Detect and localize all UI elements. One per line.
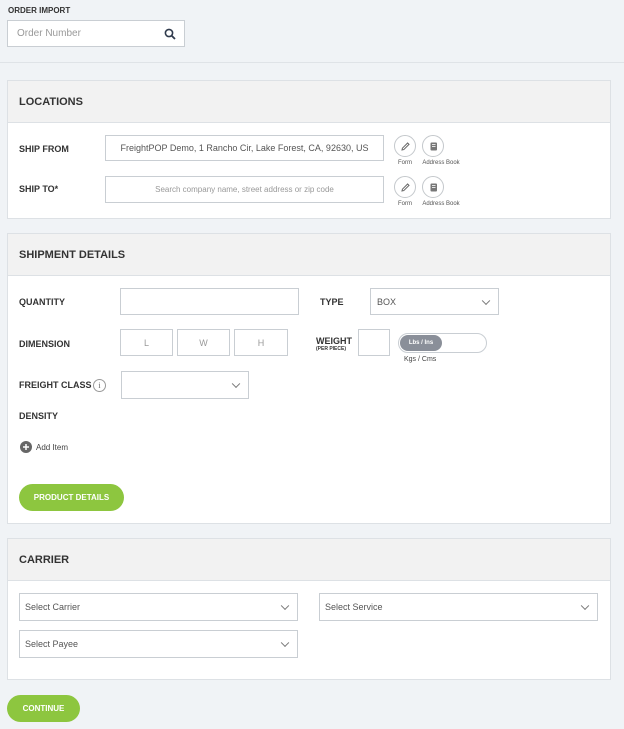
ship-from-label: SHIP FROM — [19, 144, 69, 154]
add-item-button[interactable]: Add Item — [20, 441, 68, 453]
continue-button[interactable]: CONTINUE — [7, 695, 80, 722]
select-carrier-dropdown[interactable]: Select Carrier — [19, 593, 298, 621]
chevron-down-icon — [481, 296, 491, 305]
dimension-length-input[interactable]: L — [120, 329, 173, 356]
ship-to-label: SHIP TO* — [19, 184, 59, 194]
plus-circle-icon — [20, 441, 32, 453]
select-service-text: Select Service — [325, 602, 383, 612]
top-divider — [0, 62, 624, 63]
quantity-input[interactable] — [120, 288, 299, 315]
unit-toggle-active[interactable]: Lbs / Ins — [400, 335, 442, 351]
chevron-down-icon — [231, 379, 241, 389]
chevron-down-icon — [280, 601, 290, 611]
ship-to-address-book-button[interactable] — [422, 176, 444, 198]
freight-class-select[interactable] — [121, 371, 249, 399]
ship-to-input[interactable]: Search company name, street address or z… — [105, 176, 384, 203]
dimension-height-placeholder: H — [257, 337, 265, 348]
ship-from-value: FreightPOP Demo, 1 Rancho Cir, Lake Fore… — [120, 143, 369, 153]
weight-sublabel: (PER PIECE) — [316, 346, 347, 352]
order-number-placeholder: Order Number — [17, 28, 81, 39]
select-payee-dropdown[interactable]: Select Payee — [19, 630, 298, 658]
order-number-search-input[interactable]: Order Number — [7, 20, 185, 47]
type-value: BOX — [377, 296, 397, 307]
pencil-icon — [400, 182, 410, 192]
pencil-icon — [400, 141, 410, 151]
locations-header: LOCATIONS — [8, 81, 610, 123]
unit-toggle-other-label: Kgs / Cms — [404, 356, 437, 363]
info-icon[interactable]: i — [93, 379, 106, 392]
shipment-details-header: SHIPMENT DETAILS — [8, 234, 610, 276]
add-item-label: Add Item — [36, 442, 69, 452]
select-service-dropdown[interactable]: Select Service — [319, 593, 598, 621]
type-select[interactable]: BOX — [370, 288, 499, 315]
dimension-label: DIMENSION — [19, 339, 71, 349]
dimension-width-placeholder: W — [199, 337, 208, 348]
ship-from-input[interactable]: FreightPOP Demo, 1 Rancho Cir, Lake Fore… — [105, 135, 384, 161]
chevron-down-icon — [280, 638, 290, 648]
shipment-details-title: SHIPMENT DETAILS — [19, 249, 126, 261]
chevron-down-icon — [580, 601, 590, 611]
select-payee-text: Select Payee — [25, 639, 79, 649]
locations-title: LOCATIONS — [19, 96, 83, 108]
quantity-label: QUANTITY — [19, 297, 65, 307]
select-carrier-text: Select Carrier — [25, 602, 81, 612]
ship-to-form-caption: Form — [398, 201, 412, 207]
order-import-title: ORDER IMPORT — [8, 6, 71, 15]
product-details-button[interactable]: PRODUCT DETAILS — [19, 484, 124, 511]
shipment-details-panel: SHIPMENT DETAILS QUANTITY TYPE BOX DIMEN… — [7, 233, 611, 524]
type-label: TYPE — [320, 297, 344, 307]
address-book-icon — [430, 183, 437, 191]
ship-to-form-button[interactable] — [394, 176, 416, 198]
ship-from-form-caption: Form — [398, 160, 412, 166]
dimension-height-input[interactable]: H — [234, 329, 288, 356]
search-icon[interactable] — [164, 28, 176, 42]
weight-label: WEIGHT — [316, 336, 352, 346]
carrier-panel: CARRIER Select Carrier Select Service Se… — [7, 538, 611, 680]
ship-from-form-button[interactable] — [394, 135, 416, 157]
ship-to-address-book-caption: Address Book — [422, 201, 460, 207]
freight-class-label: FREIGHT CLASS — [19, 380, 92, 390]
locations-panel: LOCATIONS SHIP FROM FreightPOP Demo, 1 R… — [7, 80, 611, 219]
dimension-width-input[interactable]: W — [177, 329, 230, 356]
carrier-title: CARRIER — [19, 554, 70, 566]
unit-toggle[interactable]: Lbs / Ins — [398, 333, 487, 353]
density-label: DENSITY — [19, 411, 59, 421]
address-book-icon — [430, 142, 437, 150]
ship-from-address-book-button[interactable] — [422, 135, 444, 157]
carrier-header: CARRIER — [8, 539, 610, 581]
dimension-length-placeholder: L — [143, 337, 149, 348]
ship-from-address-book-caption: Address Book — [422, 160, 460, 166]
weight-input[interactable] — [358, 329, 390, 356]
ship-to-placeholder: Search company name, street address or z… — [155, 185, 334, 194]
